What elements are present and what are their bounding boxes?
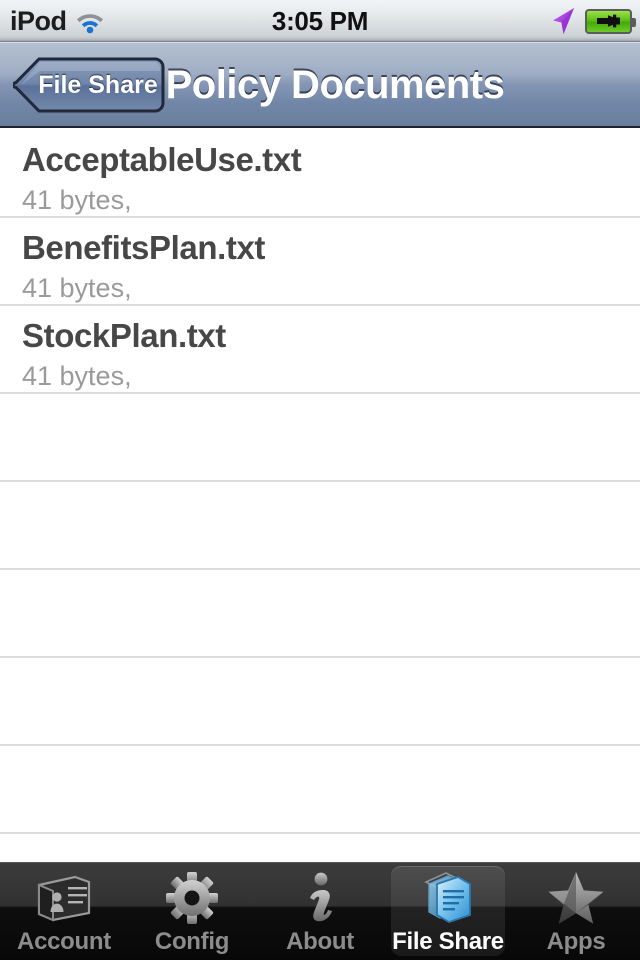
row-subtitle: 41 bytes, [22,273,132,303]
row-title: AcceptableUse.txt [22,141,302,178]
battery-charging-icon [585,8,636,34]
page-title: Policy Documents [165,63,505,107]
status-bar-time: 3:05 PM [271,6,369,36]
status-bar-right [550,0,636,42]
row-title: StockPlan.txt [22,317,226,354]
tab-account[interactable]: Account [0,863,128,960]
row-title: BenefitsPlan.txt [22,229,265,266]
tab-about[interactable]: About [256,863,384,960]
empty-table-row [0,394,640,482]
navigation-bar: File Share Policy Documents [0,42,640,128]
table-row[interactable]: StockPlan.txt 41 bytes, [0,306,640,394]
tab-label: About [286,928,354,955]
status-bar: iPod 3:05 PM [0,0,640,42]
tab-config[interactable]: Config [128,863,256,960]
file-list[interactable]: AcceptableUse.txt 41 bytes, BenefitsPlan… [0,130,640,862]
table-row[interactable]: BenefitsPlan.txt 41 bytes, [0,218,640,306]
app-screen: iPod 3:05 PM File Share Policy Documents… [0,0,640,960]
empty-table-row [0,570,640,658]
empty-table-row [0,746,640,834]
tab-label: Apps [546,928,606,955]
empty-table-row [0,658,640,746]
documents-icon [417,869,479,927]
empty-table-row [0,482,640,570]
tab-label: Config [154,928,230,955]
tab-apps[interactable]: Apps [512,863,640,960]
info-i-icon [289,869,351,927]
row-subtitle: 41 bytes, [22,361,132,391]
tab-label: Account [17,928,111,955]
gear-icon [161,869,223,927]
row-subtitle: 41 bytes, [22,185,132,215]
table-row[interactable]: AcceptableUse.txt 41 bytes, [0,130,640,218]
location-arrow-icon [550,7,576,35]
tab-file-share[interactable]: File Share [384,863,512,960]
star-icon [545,869,607,927]
tab-bar: Account Config About File Share Apps [0,862,640,960]
contact-card-icon [33,869,95,927]
tab-label: File Share [392,928,504,955]
